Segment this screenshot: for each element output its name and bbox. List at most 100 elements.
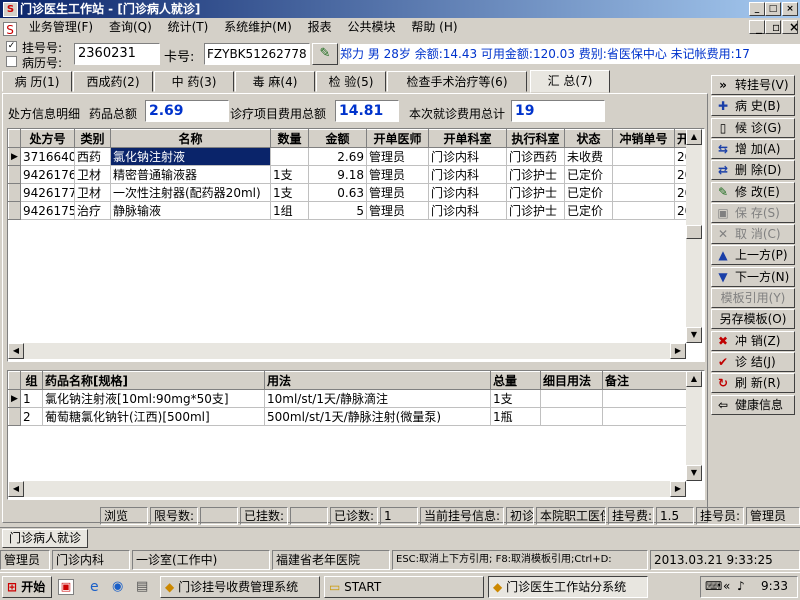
cell-name-selected[interactable]: 氯化钠注射液 <box>110 147 271 166</box>
scroll-right-icon[interactable]: ▶ <box>670 343 686 359</box>
input-method-icon[interactable]: ⌨ <box>705 579 722 593</box>
prescription-grid[interactable]: 处方号 类别 名称 数量 金额 开单医师 开单科室 执行科室 状态 冲销单号 开… <box>7 128 705 362</box>
task-registration[interactable]: ◆ 门诊挂号收费管理系统 <box>160 576 320 598</box>
menu-public[interactable]: 公共模块 <box>342 18 402 36</box>
menu-business[interactable]: 业务管理(F) <box>23 18 99 36</box>
scroll-up-icon[interactable]: ▲ <box>686 371 702 387</box>
menu-help[interactable]: 帮助 (H) <box>405 18 463 36</box>
prev-button[interactable]: ▲ 上一方(P) <box>711 245 795 266</box>
menu-query[interactable]: 查询(Q) <box>103 18 158 36</box>
tray-expand-icon[interactable]: « <box>723 579 730 593</box>
table-row[interactable]: 9426175 治疗 静脉输液 1组 5 管理员 门诊内科 门诊护士 已定价 2… <box>8 201 689 220</box>
prescription-vscroll[interactable]: ▲ ▼ <box>686 129 702 343</box>
tab-exam[interactable]: 检查手术治疗等(6) <box>387 71 527 92</box>
clock[interactable]: 9:33 <box>761 579 788 593</box>
header-writeoff-no[interactable]: 冲销单号 <box>612 129 675 148</box>
scroll-thumb[interactable] <box>686 225 702 239</box>
waiting-button[interactable]: ▯ 候 诊(G) <box>711 117 795 138</box>
table-row[interactable]: 9426176 卫材 精密普通输液器 1支 9.18 管理员 门诊内科 门诊护士… <box>8 165 689 184</box>
doc-minimize-icon[interactable]: _ <box>749 20 765 34</box>
start-button[interactable]: ⊞ 开始 <box>2 576 52 598</box>
header-category[interactable]: 类别 <box>74 129 111 148</box>
usage-vscroll[interactable]: ▲ ▼ <box>686 371 702 481</box>
prescription-hscroll[interactable]: ◀ ▶ <box>8 343 686 359</box>
header-rx-no[interactable]: 处方号 <box>20 129 75 148</box>
record-checkbox[interactable] <box>6 56 17 67</box>
row-indicator <box>8 407 21 426</box>
health-info-button[interactable]: ⇦ 健康信息 <box>711 394 795 415</box>
document-icon[interactable]: S <box>3 22 17 37</box>
table-row[interactable]: 2 葡萄糖氯化钠针(江西)[500ml] 500ml/st/1天/静脉注射(微量… <box>8 407 689 426</box>
reg-checkbox[interactable]: ✓ <box>6 41 17 52</box>
history-button[interactable]: ✚ 病 史(B) <box>711 96 795 117</box>
template-ref-button[interactable]: 模板引用(Y) <box>711 288 795 308</box>
task-start-folder[interactable]: ▭ START <box>324 576 484 598</box>
header-doctor[interactable]: 开单医师 <box>366 129 429 148</box>
usage-grid[interactable]: 组 药品名称[规格] 用法 总量 细目用法 备注 ▶ 1 氯化钠注射液[10ml… <box>7 370 705 500</box>
cell-amount: 9.18 <box>308 165 367 184</box>
tab-chinese[interactable]: 中 药(3) <box>154 71 234 92</box>
table-row[interactable]: ▶ 1 氯化钠注射液[10ml:90mg*50支] 10ml/st/1天/静脉滴… <box>8 389 689 408</box>
tab-history[interactable]: 病 历(1) <box>2 71 72 92</box>
cancel-button[interactable]: ✕ 取 消(C) <box>711 224 795 245</box>
browse-field: 浏览 <box>100 507 148 525</box>
header-order-dept[interactable]: 开单科室 <box>428 129 507 148</box>
header-status[interactable]: 状态 <box>564 129 613 148</box>
usage-hscroll[interactable]: ◀ ▶ <box>8 481 686 497</box>
header-detail-usage[interactable]: 细目用法 <box>540 371 603 390</box>
table-row[interactable]: 9426177 卫材 一次性注射器(配药器20ml) 1支 0.63 管理员 门… <box>8 183 689 202</box>
ie-browser-icon[interactable]: e <box>90 579 99 595</box>
header-remark[interactable]: 备注 <box>602 371 689 390</box>
header-usage[interactable]: 用法 <box>264 371 491 390</box>
summary-panel: 处方信息明细 药品总额 2.69 诊疗项目费用总额 14.81 本次就诊费用总计… <box>2 93 708 523</box>
card-reader-button[interactable]: ✎ <box>312 43 338 65</box>
finish-button[interactable]: ✔ 诊 结(J) <box>711 351 795 372</box>
header-quantity[interactable]: 数量 <box>270 129 309 148</box>
minimize-icon[interactable]: _ <box>749 2 765 16</box>
scroll-right-icon[interactable]: ▶ <box>670 481 686 497</box>
scroll-down-icon[interactable]: ▼ <box>686 465 702 481</box>
transfer-button[interactable]: » 转挂号(V) <box>711 75 795 95</box>
tab-summary[interactable]: 汇 总(7) <box>530 70 610 93</box>
header-exec-dept[interactable]: 执行科室 <box>506 129 565 148</box>
header-amount[interactable]: 金额 <box>308 129 367 148</box>
tab-lab[interactable]: 检 验(5) <box>316 71 386 92</box>
tab-western[interactable]: 西成药(2) <box>73 71 153 92</box>
add-button[interactable]: ⇆ 增 加(A) <box>711 138 795 159</box>
scroll-left-icon[interactable]: ◀ <box>8 481 24 497</box>
table-row[interactable]: ▶ 3716640 西药 氯化钠注射液 2.69 管理员 门诊内科 门诊西药 未… <box>8 147 689 166</box>
reg-number-input[interactable]: 2360231 <box>74 43 160 65</box>
menu-stats[interactable]: 统计(T) <box>162 18 215 36</box>
tab-narcotic[interactable]: 毒 麻(4) <box>235 71 315 92</box>
document-tab-patient[interactable]: 门诊病人就诊 <box>2 529 88 548</box>
header-name[interactable]: 名称 <box>110 129 271 148</box>
header-total-qty[interactable]: 总量 <box>490 371 541 390</box>
header-drug-name[interactable]: 药品名称[规格] <box>42 371 265 390</box>
task-doctor-station[interactable]: ◆ 门诊医生工作站分系统 <box>488 576 648 598</box>
scroll-up-icon[interactable]: ▲ <box>686 129 702 145</box>
maximize-icon[interactable]: □ <box>765 2 781 16</box>
app-shortcut-icon[interactable]: ▤ <box>136 579 148 594</box>
next-button[interactable]: ▼ 下一方(N) <box>711 266 795 287</box>
scroll-left-icon[interactable]: ◀ <box>8 343 24 359</box>
save-template-button[interactable]: 另存模板(O) <box>711 309 795 330</box>
delete-button[interactable]: ⇄ 删 除(D) <box>711 160 795 181</box>
header-group[interactable]: 组 <box>20 371 43 390</box>
close-icon[interactable]: × <box>782 2 798 16</box>
doc-restore-icon[interactable]: ▫ <box>765 20 781 34</box>
browser-icon[interactable]: ◉ <box>112 579 123 594</box>
save-button[interactable]: ▣ 保 存(S) <box>711 202 795 223</box>
writeoff-button[interactable]: ✖ 冲 销(Z) <box>711 330 795 351</box>
refresh-button[interactable]: ↻ 刷 新(R) <box>711 373 795 394</box>
desktop-icon[interactable]: ▣ <box>58 579 74 595</box>
volume-icon[interactable]: ♪ <box>737 579 745 593</box>
row-pointer-icon: ▶ <box>8 147 21 166</box>
status-hospital: 福建省老年医院 <box>272 550 390 570</box>
visited-label: 已诊数: <box>330 507 378 525</box>
menu-report[interactable]: 报表 <box>302 18 338 36</box>
edit-button[interactable]: ✎ 修 改(E) <box>711 181 795 202</box>
menu-system[interactable]: 系统维护(M) <box>218 18 298 36</box>
scroll-down-icon[interactable]: ▼ <box>686 327 702 343</box>
doc-close-icon[interactable]: × <box>782 20 799 34</box>
card-number-input[interactable]: FZYBK51262778 <box>204 43 310 65</box>
